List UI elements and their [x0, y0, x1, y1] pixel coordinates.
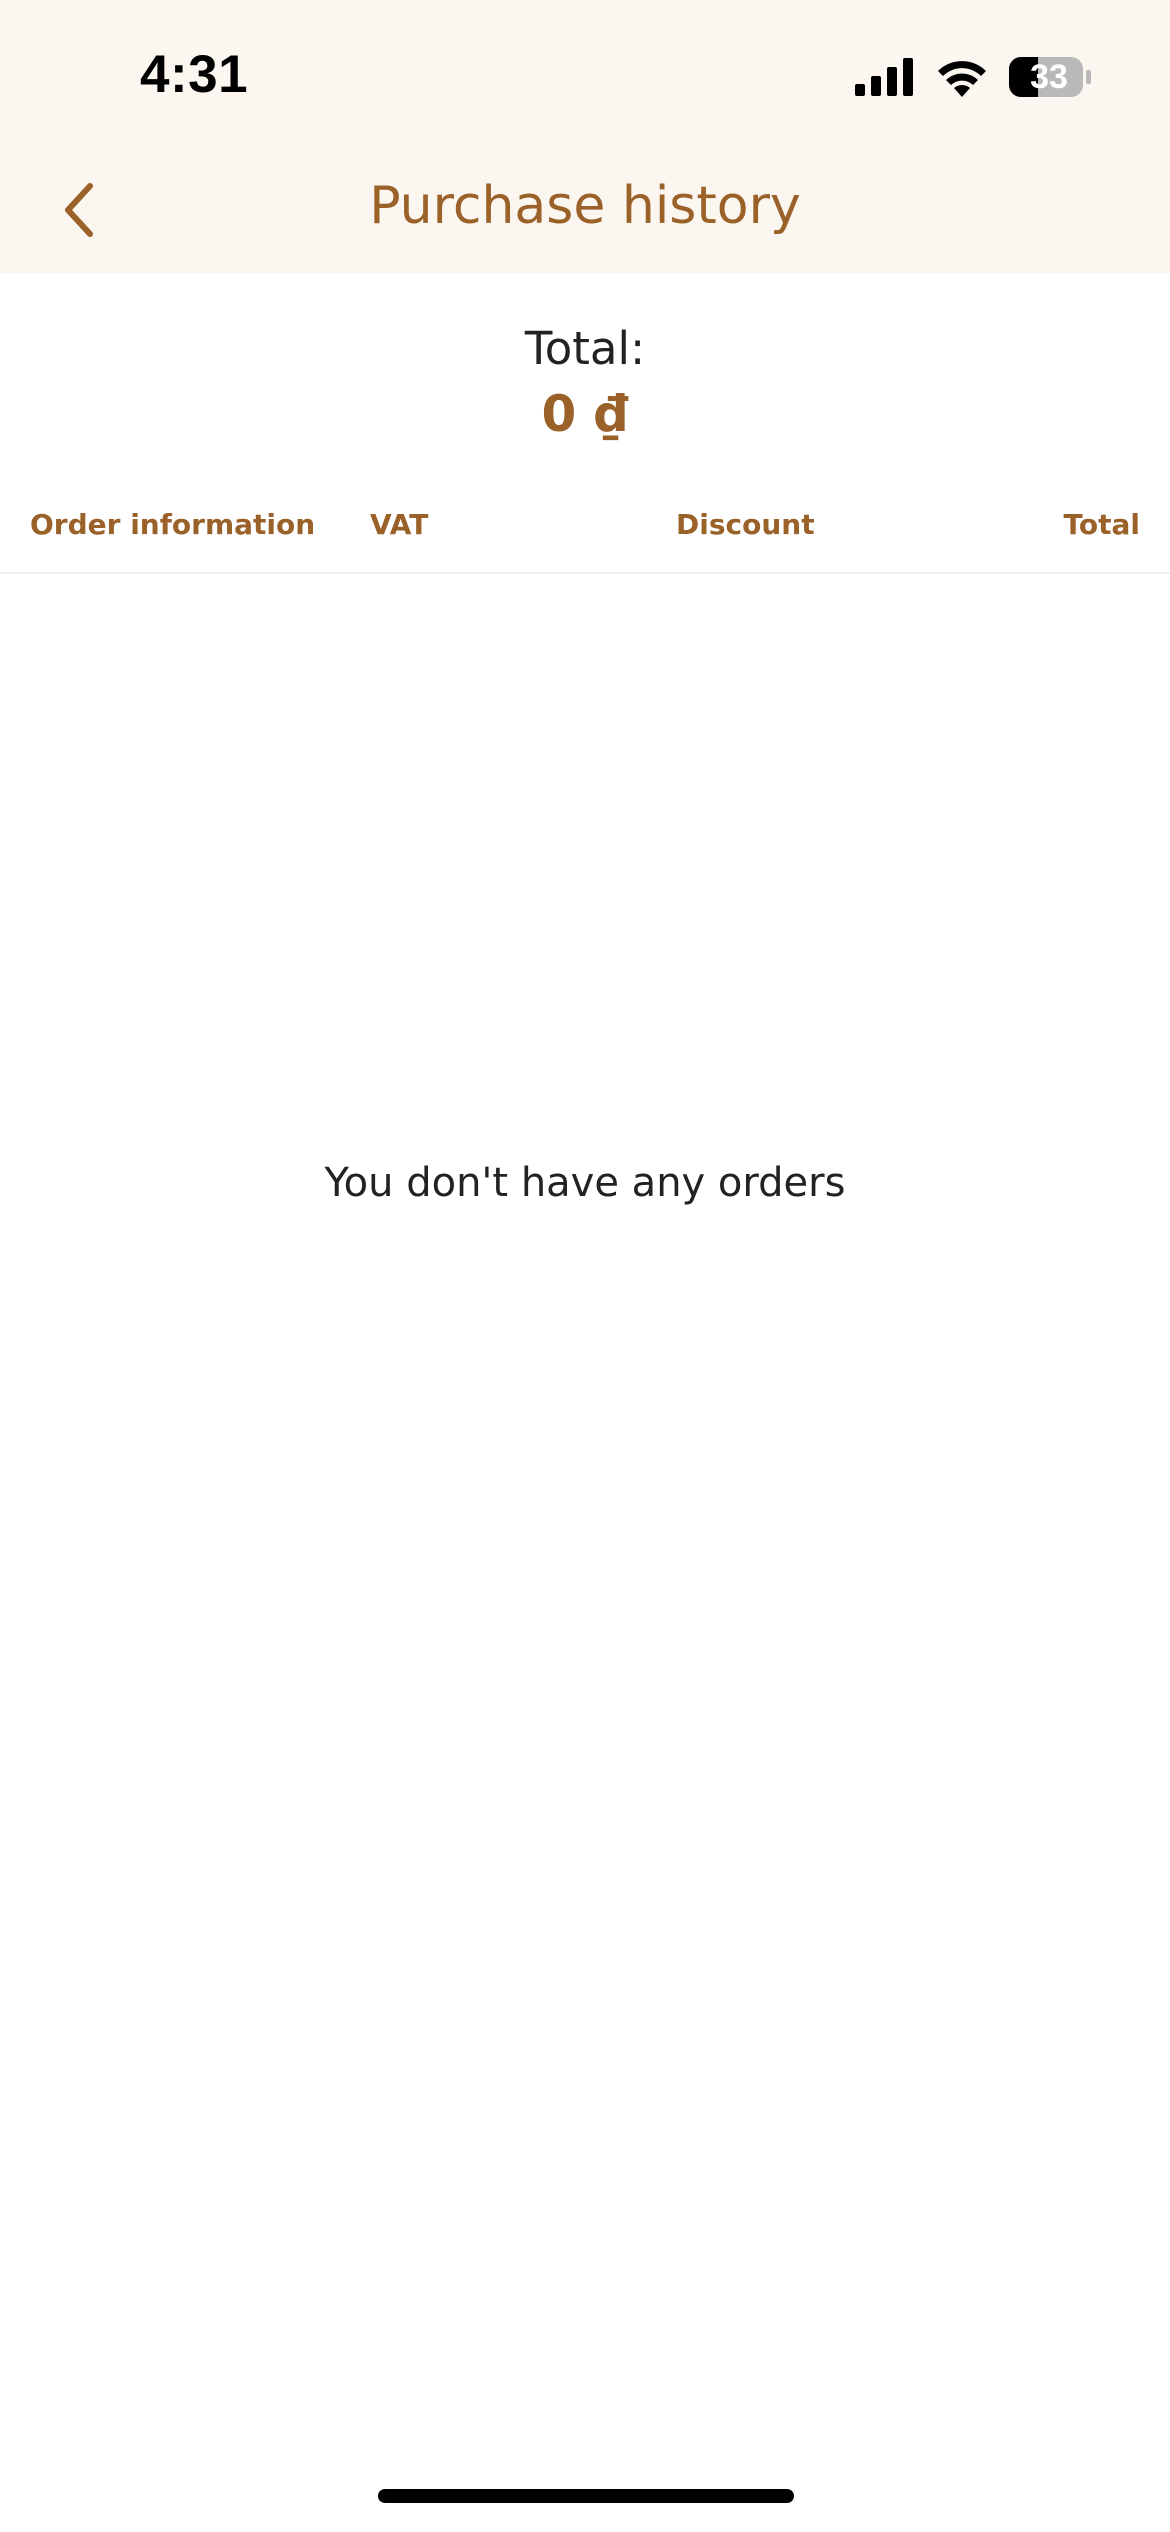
- table-header: Order information VAT Discount Total: [0, 490, 1170, 574]
- status-bar: 4:31 33: [0, 0, 1170, 150]
- column-header-order-information: Order information: [30, 508, 316, 541]
- battery-level: 33: [1030, 58, 1068, 96]
- column-header-discount: Discount: [676, 508, 815, 541]
- wifi-icon: [938, 61, 986, 97]
- chevron-left-icon: [65, 183, 93, 237]
- status-time: 4:31: [140, 45, 249, 104]
- total-label: Total:: [524, 322, 646, 375]
- total-value: 0 ₫: [541, 385, 629, 443]
- column-header-total: Total: [1063, 508, 1141, 541]
- home-indicator[interactable]: [378, 2489, 794, 2503]
- empty-state-message: You don't have any orders: [324, 1160, 846, 1206]
- total-summary: Total: 0 ₫: [0, 318, 1170, 448]
- back-button[interactable]: [40, 170, 120, 250]
- signal-icon: [855, 58, 913, 96]
- purchase-history-screen: 4:31 33 Purchase history Total: 0 ₫ Orde…: [0, 0, 1170, 2532]
- nav-bar: Purchase history: [0, 150, 1170, 273]
- page-title: Purchase history: [369, 176, 801, 236]
- column-header-vat: VAT: [370, 508, 429, 541]
